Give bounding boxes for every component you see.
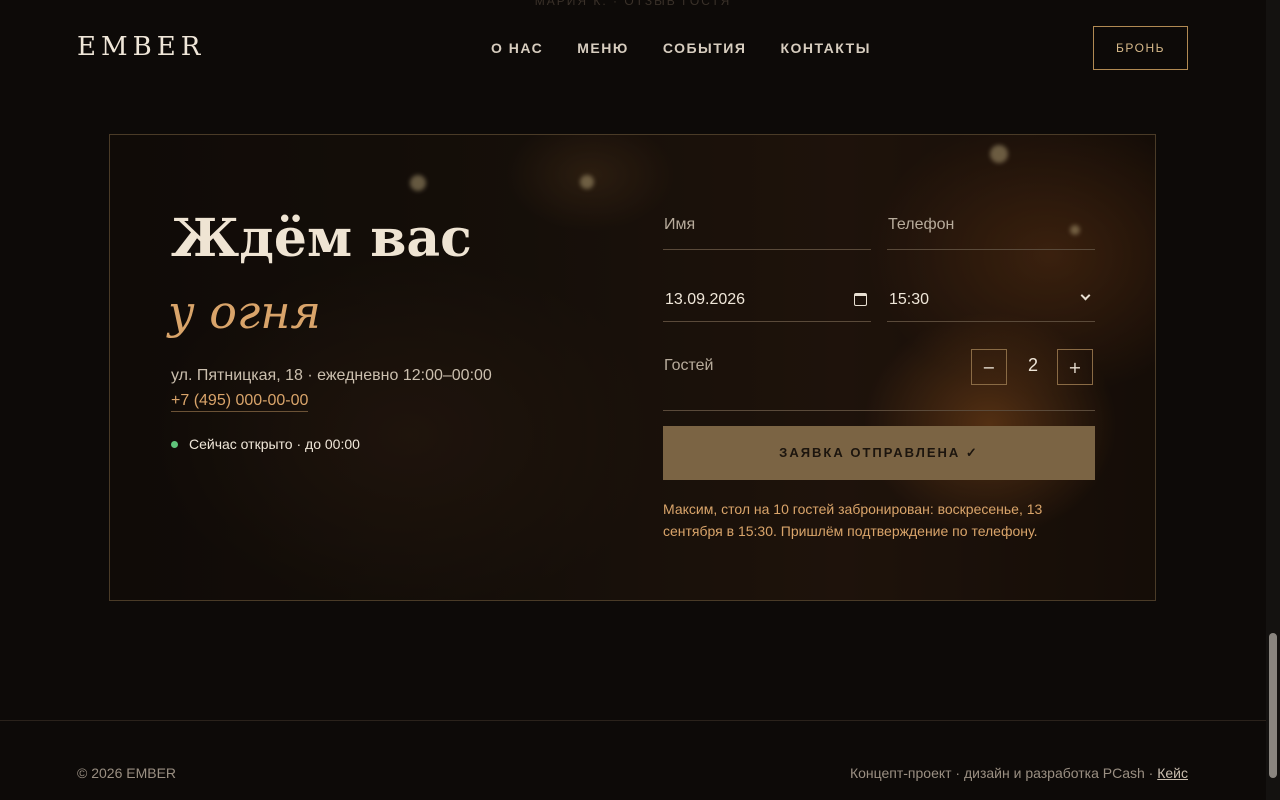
phone-field[interactable]: Телефон	[887, 206, 1095, 250]
nav-events[interactable]: СОБЫТИЯ	[663, 40, 747, 56]
guests-increment-button[interactable]: +	[1057, 349, 1093, 385]
name-field[interactable]: Имя	[663, 206, 871, 250]
nav-menu[interactable]: МЕНЮ	[577, 40, 629, 56]
guests-stepper: Гостей − 2 +	[663, 349, 1095, 411]
guests-count: 2	[1027, 355, 1038, 375]
page-title: Ждём вас	[171, 208, 472, 269]
phone-link[interactable]: +7 (495) 000-00-00	[171, 392, 309, 412]
book-button[interactable]: БРОНЬ	[1093, 26, 1188, 70]
page-title-accent: у огня	[168, 285, 322, 339]
submit-button[interactable]: ЗАЯВКА ОТПРАВЛЕНА ✓	[663, 426, 1095, 480]
address-hours: ул. Пятницкая, 18 · ежедневно 12:00–00:0…	[171, 367, 492, 384]
name-placeholder: Имя	[664, 216, 696, 233]
nav-contacts[interactable]: КОНТАКТЫ	[780, 40, 870, 56]
main-nav: О НАС МЕНЮ СОБЫТИЯ КОНТАКТЫ	[491, 40, 871, 56]
time-select[interactable]: 15:30	[887, 278, 1095, 322]
scrollbar[interactable]	[1266, 0, 1280, 800]
chevron-down-icon[interactable]	[1080, 290, 1091, 301]
confirmation-message: Максим, стол на 10 гостей забронирован: …	[663, 501, 1043, 539]
copyright: © 2026 EMBER	[77, 765, 177, 781]
scrollbar-thumb[interactable]	[1269, 633, 1277, 778]
date-value: 13.09.2026	[665, 291, 746, 308]
status-dot-icon	[171, 440, 178, 448]
status-text: Сейчас открыто · до 00:00	[189, 436, 360, 452]
guests-label: Гостей	[664, 357, 714, 374]
case-link[interactable]: Кейс	[1157, 765, 1188, 781]
nav-about[interactable]: О НАС	[491, 40, 543, 56]
footer-divider	[0, 720, 1266, 721]
date-field[interactable]: 13.09.2026	[663, 278, 871, 322]
footer-credits: Концепт-проект · дизайн и разработка PCa…	[850, 765, 1188, 781]
open-status: Сейчас открыто · до 00:00	[171, 436, 360, 452]
time-value: 15:30	[889, 291, 930, 308]
reservation-card: Ждём вас у огня ул. Пятницкая, 18 · ежед…	[109, 134, 1156, 601]
calendar-icon[interactable]	[854, 293, 867, 306]
guests-decrement-button[interactable]: −	[971, 349, 1007, 385]
site-header: EMBER О НАС МЕНЮ СОБЫТИЯ КОНТАКТЫ БРОНЬ	[0, 0, 1266, 96]
credits-text: Концепт-проект · дизайн и разработка PCa…	[849, 765, 1158, 781]
logo[interactable]: EMBER	[77, 32, 205, 62]
phone-placeholder: Телефон	[888, 216, 955, 233]
